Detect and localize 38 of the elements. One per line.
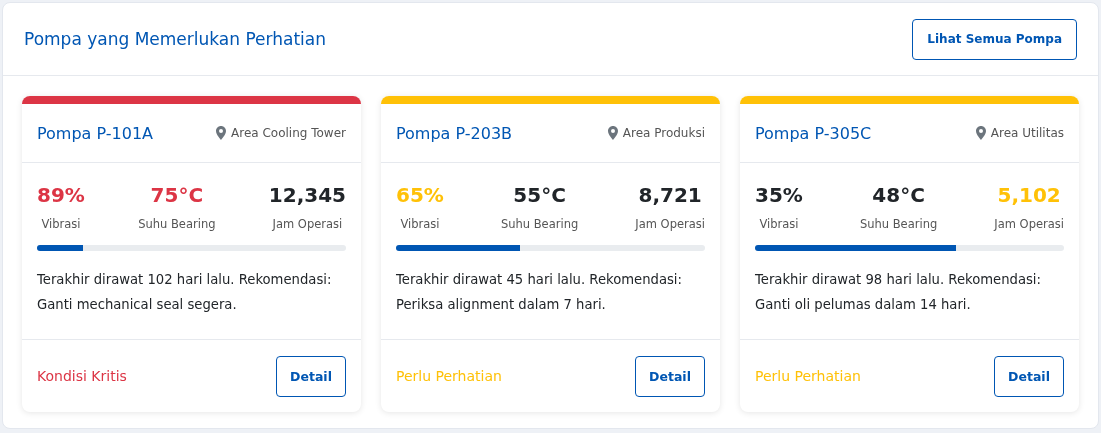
panel-title: Pompa yang Memerlukan Perhatian: [24, 29, 326, 49]
location-pin-icon: [216, 126, 227, 140]
metric-value: 55°C: [513, 183, 566, 207]
location-pin-icon: [607, 126, 618, 140]
status-text: Perlu Perhatian: [396, 368, 502, 384]
pump-name: Pompa P-203B: [396, 123, 513, 143]
metric-label: Vibrasi: [759, 217, 799, 231]
detail-button[interactable]: Detail: [994, 355, 1064, 397]
pump-name: Pompa P-305C: [755, 123, 872, 143]
metric-label: Jam Operasi: [994, 217, 1064, 231]
detail-button[interactable]: Detail: [276, 355, 346, 397]
detail-button[interactable]: Detail: [635, 355, 705, 397]
maintenance-note: Terakhir dirawat 45 hari lalu. Rekomendasi: Periksa alignment dalam 7 hari.: [396, 271, 683, 314]
pump-location: Area Produksi: [622, 126, 705, 140]
metric-value: 89%: [37, 183, 85, 207]
maintenance-note: Terakhir dirawat 98 hari lalu. Rekomendasi: Ganti oli pelumas dalam 14 hari.: [755, 271, 1042, 314]
metric-value: 35%: [755, 183, 803, 207]
metric-value: 5,102: [997, 183, 1061, 207]
location-pin-icon: [975, 126, 986, 140]
metric-label: Suhu Bearing: [138, 217, 216, 231]
pump-location: Area Utilitas: [990, 126, 1064, 140]
metric-label: Suhu Bearing: [500, 217, 579, 231]
metric-label: Vibrasi: [41, 217, 81, 231]
metric-value: 65%: [396, 183, 444, 207]
metric-label: Suhu Bearing: [859, 217, 938, 231]
metric-value: 48°C: [872, 183, 925, 207]
metric-label: Jam Operasi: [272, 217, 343, 231]
metric-value: 8,721: [638, 183, 702, 207]
status-text: Perlu Perhatian: [755, 368, 861, 384]
pump-location: Area Cooling Tower: [231, 126, 346, 140]
metric-value: 12,345: [268, 183, 346, 207]
pump-name: Pompa P-101A: [37, 123, 154, 143]
maintenance-note: Terakhir dirawat 102 hari lalu. Rekomendasi: Ganti mechanical seal segera.: [37, 271, 333, 314]
status-text: Kondisi Kritis: [37, 368, 127, 384]
metric-label: Vibrasi: [400, 217, 440, 231]
metric-value: 75°C: [150, 183, 204, 207]
view-all-button[interactable]: Lihat Semua Pompa: [912, 18, 1077, 60]
metric-label: Jam Operasi: [635, 217, 705, 231]
